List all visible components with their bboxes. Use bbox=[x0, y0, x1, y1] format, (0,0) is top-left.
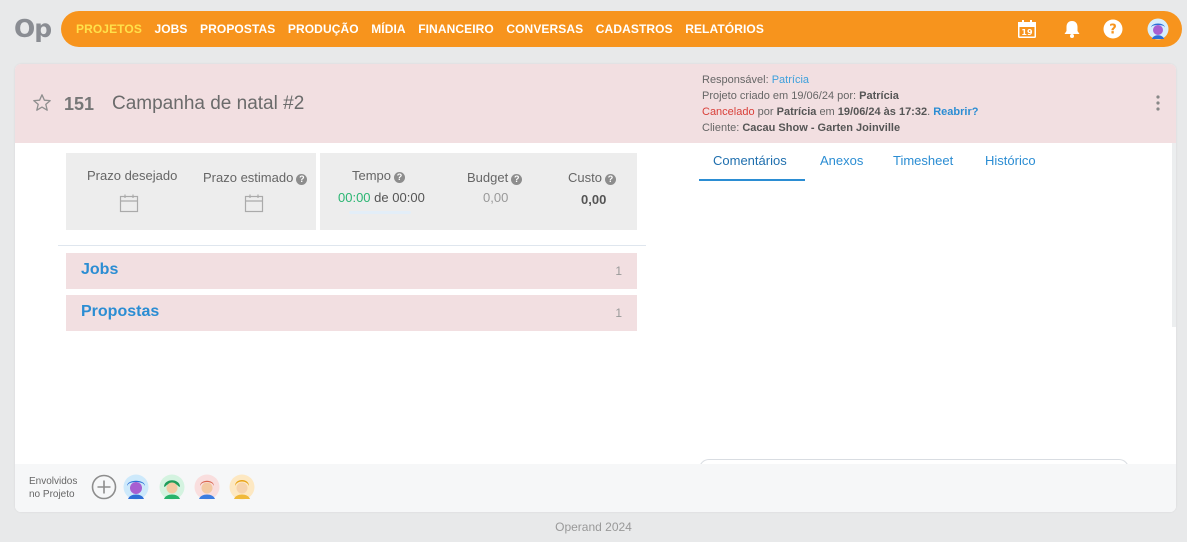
tempo-value: 00:00 de 00:00 bbox=[338, 190, 425, 205]
tab-timesheet[interactable]: Timesheet bbox=[893, 153, 953, 168]
propostas-section-title: Propostas bbox=[81, 303, 160, 320]
calendar-icon[interactable]: 19 bbox=[1016, 18, 1038, 40]
project-meta: Responsável: Patrícia Projeto criado em … bbox=[702, 74, 979, 134]
bell-icon[interactable] bbox=[1061, 18, 1083, 40]
nav-midia[interactable]: MÍDIA bbox=[371, 22, 406, 36]
envolvidos-bar: Envolvidos no Projeto bbox=[15, 464, 1176, 512]
tab-comentarios[interactable]: Comentários bbox=[713, 153, 787, 168]
project-title[interactable]: Campanha de natal #2 bbox=[112, 93, 304, 115]
metrics-panel: Tempo? 00:00 de 00:00 Budget? 0,00 Custo… bbox=[320, 153, 637, 230]
add-icon[interactable] bbox=[91, 474, 117, 500]
calendar-day: 19 bbox=[1021, 28, 1033, 37]
reopen-link[interactable]: Reabrir? bbox=[933, 106, 978, 118]
more-vertical-icon[interactable] bbox=[1156, 95, 1160, 111]
tempo-sep: de bbox=[374, 190, 389, 205]
help-icon[interactable]: ? bbox=[511, 174, 523, 185]
status-datetime: 19/06/24 às 17:32 bbox=[837, 106, 928, 118]
custo-text: Custo bbox=[568, 170, 602, 185]
budget-text: Budget bbox=[467, 170, 509, 185]
avatar[interactable] bbox=[194, 474, 220, 500]
svg-text:?: ? bbox=[1109, 23, 1117, 38]
client-name: Cacau Show - Garten Joinville bbox=[742, 122, 901, 134]
envolvidos-line1: Envolvidos bbox=[29, 476, 78, 487]
help-icon[interactable]: ? bbox=[296, 174, 308, 185]
nav-propostas[interactable]: PROPOSTAS bbox=[200, 22, 275, 36]
deadline-panel: Prazo desejado Prazo estimado? bbox=[66, 153, 316, 230]
calendar-icon[interactable] bbox=[244, 193, 264, 213]
avatar[interactable] bbox=[159, 474, 185, 500]
nav-relatorios[interactable]: RELATÓRIOS bbox=[685, 22, 764, 36]
project-header: 151 Campanha de natal #2 Responsável: Pa… bbox=[15, 64, 1176, 143]
jobs-section[interactable]: Jobs 1 bbox=[66, 253, 637, 289]
avatar[interactable] bbox=[123, 474, 149, 500]
tempo-used: 00:00 bbox=[338, 190, 371, 205]
envolvidos-line2: no Projeto bbox=[29, 489, 75, 500]
help-icon[interactable]: ? bbox=[604, 174, 616, 185]
status-por: por bbox=[757, 106, 774, 118]
avatar[interactable] bbox=[229, 474, 255, 500]
tempo-progress-bar bbox=[349, 211, 411, 214]
prazo-estimado-text: Prazo estimado bbox=[203, 170, 294, 185]
help-icon[interactable]: ? bbox=[394, 172, 406, 183]
main-menu: PROJETOS JOBS PROPOSTAS PRODUÇÃO MÍDIA F… bbox=[76, 11, 776, 47]
tab-historico[interactable]: Histórico bbox=[985, 153, 1036, 168]
tempo-text: Tempo bbox=[352, 168, 392, 183]
tempo-label: Tempo? bbox=[352, 168, 406, 183]
app-logo[interactable]: Op bbox=[14, 14, 52, 43]
nav-financeiro[interactable]: FINANCEIRO bbox=[418, 22, 494, 36]
active-tab-indicator bbox=[699, 179, 805, 181]
custo-value: 0,00 bbox=[581, 192, 607, 207]
project-number: 151 bbox=[64, 94, 95, 114]
nav-projetos[interactable]: PROJETOS bbox=[76, 22, 142, 36]
status-text: Cancelado bbox=[702, 106, 755, 118]
divider bbox=[58, 245, 646, 246]
propostas-count: 1 bbox=[615, 306, 622, 320]
calendar-icon[interactable] bbox=[119, 193, 139, 213]
jobs-section-title: Jobs bbox=[81, 261, 119, 278]
nav-jobs[interactable]: JOBS bbox=[154, 22, 187, 36]
propostas-section[interactable]: Propostas 1 bbox=[66, 295, 637, 331]
footer: Operand 2024 bbox=[555, 520, 632, 534]
created-label: Projeto criado em 19/06/24 por: bbox=[702, 90, 857, 102]
help-icon[interactable]: ? bbox=[1102, 18, 1124, 40]
user-avatar[interactable] bbox=[1147, 18, 1169, 40]
nav-cadastros[interactable]: CADASTROS bbox=[596, 22, 673, 36]
created-by: Patrícia bbox=[859, 90, 899, 102]
top-navigation: PROJETOS JOBS PROPOSTAS PRODUÇÃO MÍDIA F… bbox=[61, 11, 1182, 47]
status-user: Patrícia bbox=[776, 106, 817, 118]
star-icon[interactable] bbox=[32, 93, 52, 113]
tab-anexos[interactable]: Anexos bbox=[820, 153, 863, 168]
custo-label: Custo? bbox=[568, 170, 616, 185]
budget-value: 0,00 bbox=[483, 190, 509, 205]
responsavel-link[interactable]: Patrícia bbox=[772, 74, 809, 86]
nav-producao[interactable]: PRODUÇÃO bbox=[288, 22, 359, 36]
project-card: 151 Campanha de natal #2 Responsável: Pa… bbox=[15, 64, 1176, 512]
nav-conversas[interactable]: CONVERSAS bbox=[506, 22, 583, 36]
prazo-estimado-label: Prazo estimado? bbox=[203, 170, 308, 185]
prazo-desejado-label: Prazo desejado bbox=[87, 168, 178, 183]
jobs-count: 1 bbox=[615, 264, 622, 278]
responsavel-label: Responsável: bbox=[702, 74, 769, 86]
scrollbar[interactable] bbox=[1172, 143, 1176, 327]
client-label: Cliente: bbox=[702, 122, 740, 134]
budget-label: Budget? bbox=[467, 170, 523, 185]
envolvidos-label: Envolvidos no Projeto bbox=[29, 475, 77, 501]
tempo-total: 00:00 bbox=[392, 190, 425, 205]
status-em: em bbox=[819, 106, 835, 118]
